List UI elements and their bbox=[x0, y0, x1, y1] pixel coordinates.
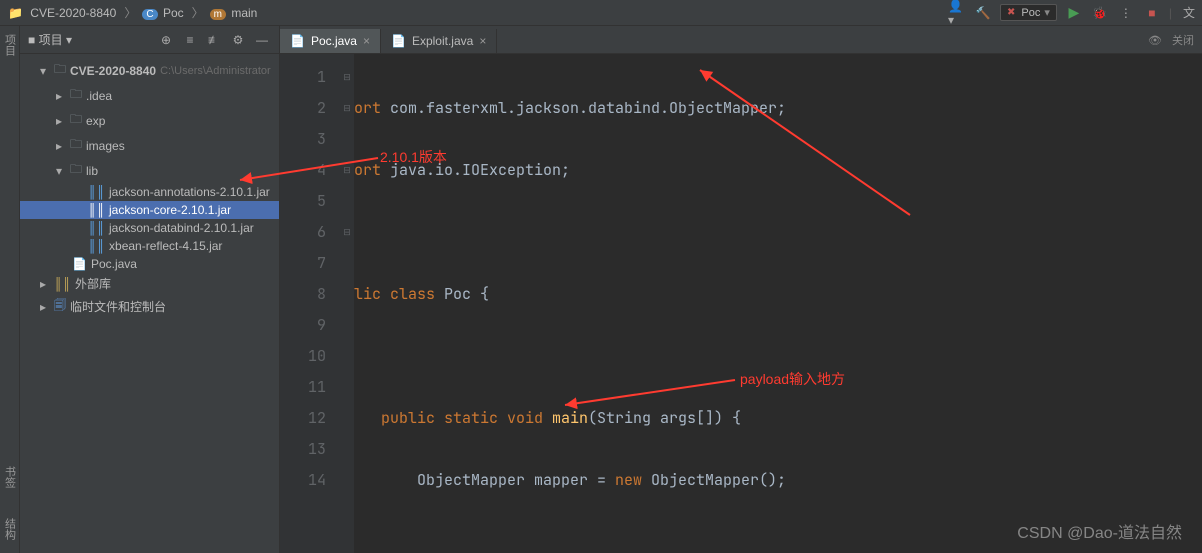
tree-lib[interactable]: ▾🗀lib bbox=[20, 158, 279, 183]
hammer-icon[interactable]: 🔨 bbox=[974, 4, 992, 22]
tab-exploit[interactable]: 📄Exploit.java× bbox=[381, 29, 497, 53]
expand-icon[interactable]: ≢ bbox=[205, 31, 223, 49]
toolbar-right: 👤▾ 🔨 ✖ Poc ▾ ▶ 🐞 ⋮ ■ | 文 bbox=[948, 4, 1198, 22]
project-panel-title: ■ 项目 ▾ bbox=[28, 31, 72, 48]
editor-area: 📄Poc.java× 📄Exploit.java× 👁 关闭 123 45 67… bbox=[280, 26, 1202, 553]
error-icon: ✖ bbox=[1007, 7, 1015, 18]
tree-external[interactable]: ▸║║外部库 bbox=[20, 273, 279, 294]
breadcrumb-method[interactable]: m main bbox=[208, 6, 262, 20]
tab-poc[interactable]: 📄Poc.java× bbox=[280, 29, 381, 53]
tree-root[interactable]: ▾🗀CVE-2020-8840C:\Users\Administrator bbox=[20, 58, 279, 83]
editor-corner: 👁 关闭 bbox=[1148, 32, 1194, 48]
tree-poc[interactable]: 📄Poc.java bbox=[20, 255, 279, 273]
tree-jar2-selected[interactable]: ║║jackson-core-2.10.1.jar bbox=[20, 201, 279, 219]
close-icon[interactable]: × bbox=[479, 34, 486, 48]
user-icon[interactable]: 👤▾ bbox=[948, 4, 966, 22]
tree-idea[interactable]: ▸🗀.idea bbox=[20, 83, 279, 108]
breadcrumb: 📁 CVE-2020-8840 〉 C Poc 〉 m main bbox=[4, 4, 261, 21]
project-tree: ▾🗀CVE-2020-8840C:\Users\Administrator ▸🗀… bbox=[20, 54, 279, 323]
java-file-icon: 📄 bbox=[391, 34, 406, 48]
bookmarks-tool-btn[interactable]: 书签 bbox=[2, 466, 18, 488]
stop-icon[interactable]: ■ bbox=[1143, 4, 1161, 22]
breadcrumb-project[interactable]: 📁 CVE-2020-8840 bbox=[4, 6, 120, 20]
tree-images[interactable]: ▸🗀images bbox=[20, 133, 279, 158]
breadcrumb-sep: 〉 bbox=[190, 4, 206, 21]
java-file-icon: 📄 bbox=[290, 34, 305, 48]
tree-jar3[interactable]: ║║jackson-databind-2.10.1.jar bbox=[20, 219, 279, 237]
top-bar: 📁 CVE-2020-8840 〉 C Poc 〉 m main 👤▾ 🔨 ✖ … bbox=[0, 0, 1202, 26]
editor-tabs: 📄Poc.java× 📄Exploit.java× bbox=[280, 26, 1202, 54]
more-icon[interactable]: ⋮ bbox=[1117, 4, 1135, 22]
code-text[interactable]: ort com.fasterxml.jackson.databind.Objec… bbox=[354, 54, 1202, 553]
tree-exp[interactable]: ▸🗀exp bbox=[20, 108, 279, 133]
tree-jar1[interactable]: ║║jackson-annotations-2.10.1.jar bbox=[20, 183, 279, 201]
close-icon[interactable]: × bbox=[363, 34, 370, 48]
editor-body: 123 45 678 91011 121314 ⊟⊟ ⊟⊟ ort com.fa… bbox=[280, 54, 1202, 553]
close-editor-label[interactable]: 关闭 bbox=[1172, 32, 1194, 48]
structure-tool-btn[interactable]: 结构 bbox=[2, 518, 18, 540]
collapse-icon[interactable]: ≡ bbox=[181, 31, 199, 49]
project-tool-btn[interactable]: 项目 bbox=[2, 34, 18, 56]
watermark: CSDN @Dao-道法自然 bbox=[1017, 519, 1182, 543]
hide-icon[interactable]: — bbox=[253, 31, 271, 49]
left-tool-gutter: 项目 书签 结构 bbox=[0, 26, 20, 553]
breadcrumb-class[interactable]: C Poc bbox=[140, 6, 187, 20]
run-icon[interactable]: ▶ bbox=[1065, 4, 1083, 22]
translate-icon[interactable]: 文 bbox=[1180, 4, 1198, 22]
sidebar-header: ■ 项目 ▾ ⊕ ≡ ≢ ⚙ — bbox=[20, 26, 279, 54]
tree-jar4[interactable]: ║║xbean-reflect-4.15.jar bbox=[20, 237, 279, 255]
gear-icon[interactable]: ⚙ bbox=[229, 31, 247, 49]
line-gutter: 123 45 678 91011 121314 bbox=[280, 54, 340, 553]
fold-column: ⊟⊟ ⊟⊟ bbox=[340, 54, 354, 553]
eye-icon[interactable]: 👁 bbox=[1148, 34, 1162, 47]
breadcrumb-sep: 〉 bbox=[122, 4, 138, 21]
target-icon[interactable]: ⊕ bbox=[157, 31, 175, 49]
debug-icon[interactable]: 🐞 bbox=[1091, 4, 1109, 22]
run-config-selector[interactable]: ✖ Poc ▾ bbox=[1000, 4, 1057, 21]
tree-scratch[interactable]: ▸🗐临时文件和控制台 bbox=[20, 294, 279, 319]
project-sidebar: ■ 项目 ▾ ⊕ ≡ ≢ ⚙ — ▾🗀CVE-2020-8840C:\Users… bbox=[20, 26, 280, 553]
